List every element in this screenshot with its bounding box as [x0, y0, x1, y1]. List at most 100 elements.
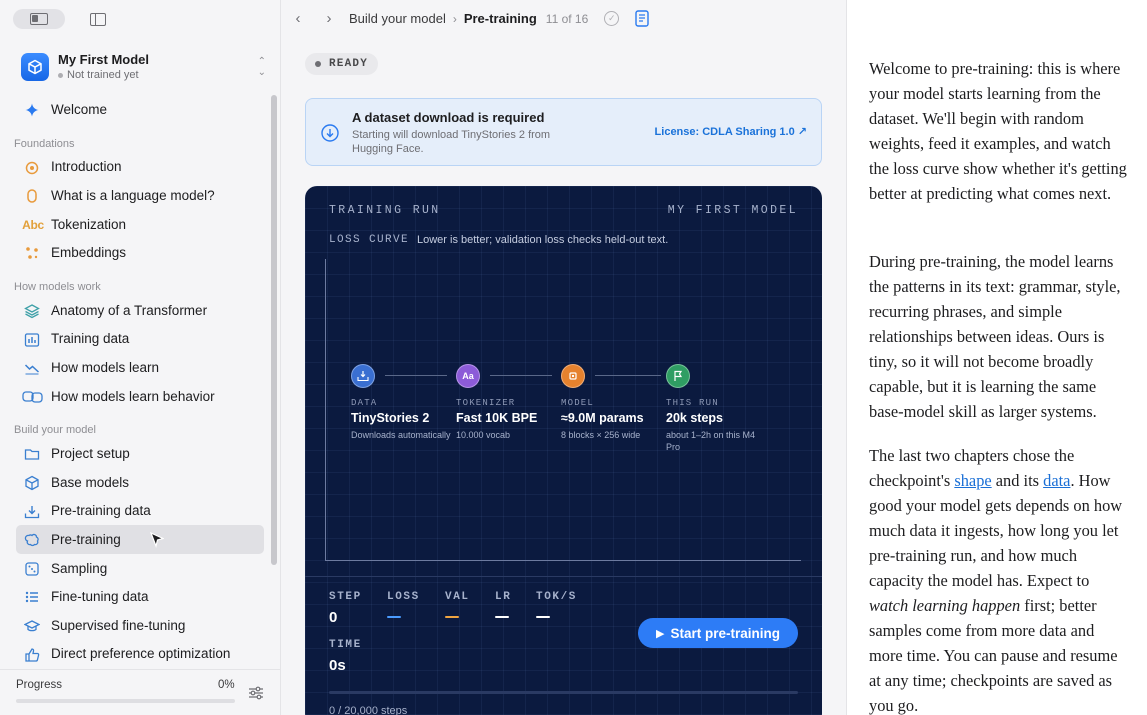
sidebar-item-base-models[interactable]: Base models — [0, 468, 270, 497]
checkmark-circle-icon[interactable]: ✓ — [604, 11, 620, 26]
chapter-counter: 11 of 16 — [545, 11, 589, 26]
node-description: Downloads automatically — [351, 430, 451, 440]
stat-empty-dash — [387, 616, 401, 618]
stat-value: 0 — [329, 609, 338, 626]
stat-label: LR — [495, 591, 512, 603]
sidebar-item-label: What is a language model? — [51, 187, 215, 203]
main-content: ‹ › Build your model › Pre-training 11 o… — [281, 0, 847, 715]
play-icon: ▶ — [656, 627, 665, 640]
sidebar-item-pretraining[interactable]: Pre-training — [16, 525, 264, 554]
run-progress-text: 0 / 20,000 steps — [329, 705, 408, 715]
chart-y-axis — [325, 259, 326, 561]
download-tray-icon — [351, 364, 375, 388]
panel-kicker-left: TRAINING RUN — [329, 204, 441, 217]
stat-val: VAL — [445, 591, 470, 618]
chevron-up-down-icon: ⌃ ⌄ — [257, 56, 266, 78]
model-name: My First Model — [58, 52, 150, 67]
status-badge-text: READY — [329, 58, 369, 70]
sidebar-item-label: How models learn behavior — [51, 388, 215, 404]
stat-step: STEP 0 — [329, 591, 362, 626]
panel-divider — [305, 576, 822, 577]
sidebar-item-label: Supervised fine-tuning — [51, 617, 186, 633]
folder-icon — [24, 446, 40, 462]
sidebar-item-label: Sampling — [51, 560, 108, 576]
node-description: 8 blocks × 256 wide — [561, 430, 641, 440]
mouse-pointer-icon — [149, 531, 165, 551]
reader-paragraph-3: The last two chapters chose the checkpoi… — [869, 443, 1131, 715]
stat-empty-dash — [495, 616, 509, 618]
sidebar-item-label: Introduction — [51, 159, 122, 175]
sidebar-item-introduction[interactable]: Introduction — [0, 153, 270, 182]
progress-footer: Progress 0% — [0, 669, 280, 715]
forward-chevron-icon[interactable]: › — [322, 10, 336, 27]
breadcrumb-parent[interactable]: Build your model — [349, 11, 446, 26]
sidebar-nav: Welcome Foundations Introduction What is… — [0, 95, 270, 670]
sidebar-item-tokenization[interactable]: Abc Tokenization — [0, 210, 270, 239]
stat-value: 0s — [329, 657, 346, 674]
back-chevron-icon[interactable]: ‹ — [291, 10, 305, 27]
stat-label: STEP — [329, 591, 362, 603]
cube-icon — [24, 475, 40, 491]
notes-icon[interactable] — [635, 10, 649, 27]
sidebar-item-learn-behavior[interactable]: How models learn behavior — [0, 382, 270, 411]
sidebar-item-label: Training data — [51, 331, 130, 347]
notice-title: A dataset download is required — [352, 110, 545, 125]
masks-icon — [22, 389, 44, 405]
sidebar-scrollbar[interactable] — [271, 95, 277, 565]
stat-label: TIME — [329, 639, 362, 651]
sliders-icon[interactable] — [248, 686, 264, 700]
sidebar-item-training-data[interactable]: Training data — [0, 325, 270, 354]
sidebar-item-label: Anatomy of a Transformer — [51, 302, 208, 318]
node-value: TinyStories 2 — [351, 411, 430, 425]
shape-link[interactable]: shape — [954, 471, 991, 490]
breadcrumb-current: Pre-training — [463, 11, 537, 26]
node-label: MODEL — [561, 398, 595, 408]
pipeline-flow: DATA TinyStories 2 Downloads automatical… — [351, 364, 771, 474]
sidebar-item-finetuning-data[interactable]: Fine-tuning data — [0, 582, 270, 611]
pipeline-node-run: THIS RUN 20k steps about 1–2h on this M4… — [666, 364, 776, 453]
data-link[interactable]: data — [1043, 471, 1070, 490]
sidebar-item-welcome[interactable]: Welcome — [0, 95, 270, 124]
loss-curve-label: LOSS CURVE — [329, 234, 410, 246]
model-switcher[interactable]: My First Model Not trained yet ⌃ ⌄ — [21, 51, 266, 83]
stat-label: LOSS — [387, 591, 420, 603]
sidebar-item-pretraining-data[interactable]: Pre-training data — [0, 497, 270, 526]
chart-x-axis — [325, 560, 801, 561]
node-label: TOKENIZER — [456, 398, 516, 408]
status-dot-icon — [58, 72, 63, 78]
section-foundations: Foundations — [14, 137, 75, 150]
pipeline-node-model: MODEL ≈9.0M params 8 blocks × 256 wide — [561, 364, 671, 441]
run-progress-bar — [329, 691, 798, 694]
reader-paragraph-1: Welcome to pre-training: this is where y… — [869, 59, 1127, 203]
sidebar-item-anatomy[interactable]: Anatomy of a Transformer — [0, 296, 270, 325]
sidebar-item-project-setup[interactable]: Project setup — [0, 439, 270, 468]
sidebar-item-embeddings[interactable]: Embeddings — [0, 238, 270, 267]
cube-icon — [21, 53, 49, 81]
sidebar-item-how-models-learn[interactable]: How models learn — [0, 353, 270, 382]
sidebar-toggle-icon[interactable] — [90, 12, 106, 26]
pipeline-node-data: DATA TinyStories 2 Downloads automatical… — [351, 364, 461, 441]
graduation-cap-icon — [24, 618, 40, 634]
download-circle-icon — [321, 124, 339, 142]
sidebar: My First Model Not trained yet ⌃ ⌄ Welcom… — [0, 0, 281, 715]
sidebar-item-dpo[interactable]: Direct preference optimization — [0, 640, 270, 669]
main-toolbar: ‹ › Build your model › Pre-training 11 o… — [281, 0, 847, 37]
sidebar-toolbar — [13, 9, 106, 29]
sparkle-icon — [24, 102, 40, 118]
start-pretraining-button[interactable]: ▶ Start pre-training — [638, 618, 798, 648]
pipeline-node-tokenizer: Aa TOKENIZER Fast 10K BPE 10.000 vocab — [456, 364, 566, 441]
sidebar-item-label: Tokenization — [51, 216, 127, 232]
sidebar-item-language-model[interactable]: What is a language model? — [0, 181, 270, 210]
license-link[interactable]: License: CDLA Sharing 1.0 ↗ — [655, 125, 807, 138]
sidebar-item-supervised-finetuning[interactable]: Supervised fine-tuning — [0, 611, 270, 640]
hand-icon — [24, 188, 40, 204]
thumbs-up-icon — [24, 647, 40, 663]
reader-paragraph-2: During pre-training, the model learns th… — [869, 252, 1121, 421]
node-label: THIS RUN — [666, 398, 719, 408]
sidebar-item-label: Project setup — [51, 446, 130, 462]
sidebar-item-sampling[interactable]: Sampling — [0, 554, 270, 583]
view-mode-toggle[interactable] — [13, 9, 65, 29]
bar-chart-icon — [24, 332, 40, 348]
download-tray-icon — [24, 504, 40, 520]
training-run-panel: TRAINING RUN MY FIRST MODEL LOSS CURVE L… — [305, 186, 822, 715]
